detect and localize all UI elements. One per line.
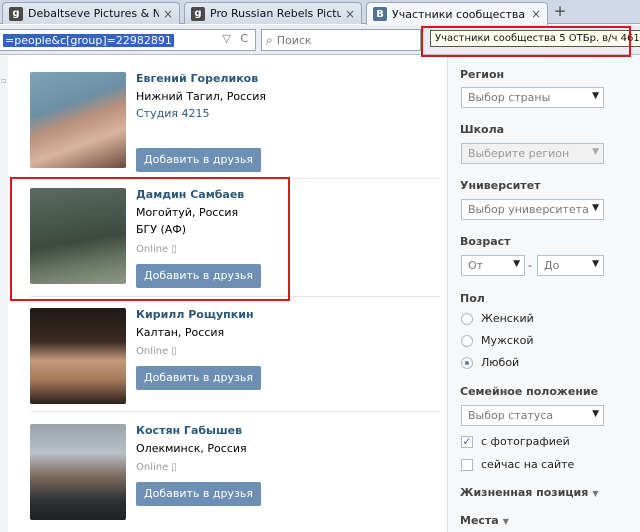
address-bar[interactable]: =people&c[group]=22982891 ▽ C <box>0 29 256 51</box>
tab-title: Pro Russian Rebels Pictures & ... <box>210 7 341 20</box>
university-label: Университет <box>460 179 541 192</box>
person-city: Калтан, Россия <box>136 326 225 339</box>
gender-female-radio[interactable]: Женский <box>461 312 534 325</box>
radio-selected-icon <box>461 356 473 369</box>
person-name[interactable]: Костян Габышев <box>136 424 242 437</box>
tab-pro-russian-rebels[interactable]: g Pro Russian Rebels Pictures & ... × <box>184 2 362 24</box>
new-tab-button[interactable]: + <box>550 3 570 22</box>
age-to-select[interactable]: До ▼ <box>537 255 604 276</box>
with-photo-checkbox[interactable]: ✓ с фотографией <box>461 435 570 448</box>
add-friend-button[interactable]: Добавить в друзья <box>136 366 261 390</box>
chevron-down-icon: ▼ <box>592 91 599 101</box>
marital-status-value: Выбор статуса <box>468 409 554 422</box>
checkbox-icon <box>461 458 473 471</box>
chevron-down-icon: ▼ <box>502 517 509 526</box>
person-name[interactable]: Евгений Гореликов <box>136 72 258 85</box>
chevron-down-icon: ▼ <box>592 259 599 269</box>
person-name[interactable]: Кирилл Рощупкин <box>136 308 254 321</box>
tab-strip: g Debaltseve Pictures & News P... × g Pr… <box>0 0 640 25</box>
add-friend-button[interactable]: Добавить в друзья <box>136 482 261 506</box>
avatar[interactable] <box>30 72 126 168</box>
add-friend-button[interactable]: Добавить в друзья <box>136 148 261 172</box>
university-select[interactable]: Выбор университета ▼ <box>461 199 604 220</box>
region-label: Регион <box>460 68 505 81</box>
age-dash: - <box>528 259 532 272</box>
region-value: Выбор страны <box>468 91 551 104</box>
university-value: Выбор университета <box>468 203 589 216</box>
gender-label: Пол <box>460 292 485 305</box>
search-input[interactable] <box>276 33 407 47</box>
list-item: Кирилл Рощупкин Калтан, Россия Online ▯ … <box>30 308 440 426</box>
close-icon[interactable]: × <box>531 7 541 21</box>
online-now-checkbox[interactable]: сейчас на сайте <box>461 458 574 471</box>
person-extra[interactable]: Студия 4215 <box>136 107 209 120</box>
radio-icon <box>461 312 473 325</box>
left-gutter: ▫ <box>0 56 8 532</box>
g-favicon-icon: g <box>9 6 23 21</box>
with-photo-label: с фотографией <box>481 435 570 448</box>
avatar[interactable] <box>30 424 126 520</box>
age-label: Возраст <box>460 235 511 248</box>
radio-icon <box>461 334 473 347</box>
chevron-down-icon: ▼ <box>592 489 599 498</box>
chevron-down-icon: ▼ <box>513 259 520 269</box>
chevron-down-icon: ▼ <box>592 147 599 157</box>
marital-status-label: Семейное положение <box>460 385 599 398</box>
online-status: Online ▯ <box>136 462 177 473</box>
region-select[interactable]: Выбор страны ▼ <box>461 87 604 108</box>
school-value: Выберите регион <box>468 147 570 160</box>
chevron-down-icon: ▼ <box>592 409 599 419</box>
online-now-label: сейчас на сайте <box>481 458 575 471</box>
person-city: Нижний Тагил, Россия <box>136 90 266 103</box>
list-item: Евгений Гореликов Нижний Тагил, Россия С… <box>30 72 440 190</box>
highlight-box-person <box>10 177 290 301</box>
life-position-toggle[interactable]: Жизненная позиция ▼ <box>460 486 598 499</box>
online-status: Online ▯ <box>136 346 177 357</box>
tab-title: Участники сообщества 5 ОТ... <box>392 7 527 21</box>
highlight-box-tooltip <box>421 26 631 57</box>
url-text[interactable]: =people&c[group]=22982891 <box>3 33 174 47</box>
places-toggle[interactable]: Места ▼ <box>460 514 509 527</box>
places-label: Места <box>460 514 499 527</box>
close-icon[interactable]: × <box>345 7 355 21</box>
checkmark-icon: ✓ <box>461 434 473 448</box>
age-to-value: До <box>544 259 560 272</box>
tab-debaltseve[interactable]: g Debaltseve Pictures & News P... × <box>2 2 180 24</box>
person-city: Олекминск, Россия <box>136 442 247 455</box>
filter-panel: Регион Выбор страны ▼ Школа Выберите рег… <box>447 56 640 532</box>
gender-any-radio[interactable]: Любой <box>461 356 519 369</box>
age-from-select[interactable]: От ▼ <box>461 255 525 276</box>
avatar[interactable] <box>30 308 126 404</box>
g-favicon-icon: g <box>191 6 205 21</box>
gender-female-label: Женский <box>481 312 534 325</box>
tab-community-members[interactable]: B Участники сообщества 5 ОТ... × <box>366 2 548 25</box>
age-from-value: От <box>468 259 484 272</box>
marital-status-select[interactable]: Выбор статуса ▼ <box>461 405 604 426</box>
list-item: Костян Габышев Олекминск, Россия Online … <box>30 424 440 532</box>
divider <box>30 411 440 412</box>
gender-male-radio[interactable]: Мужской <box>461 334 533 347</box>
life-position-label: Жизненная позиция <box>460 486 589 499</box>
school-select[interactable]: Выберите регион ▼ <box>461 143 604 164</box>
close-icon[interactable]: × <box>163 7 173 21</box>
gender-male-label: Мужской <box>481 334 534 347</box>
magnifier-icon: ⌕ <box>266 32 273 47</box>
tab-title: Debaltseve Pictures & News P... <box>28 7 159 20</box>
vk-favicon-icon: B <box>373 7 387 21</box>
school-label: Школа <box>460 123 505 136</box>
gutter-icon: ▫ <box>1 76 7 85</box>
dropdown-reload-icon[interactable]: ▽ C <box>222 32 251 45</box>
gender-any-label: Любой <box>481 356 520 369</box>
search-bar[interactable]: ⌕ <box>261 29 421 51</box>
chevron-down-icon: ▼ <box>592 203 599 213</box>
